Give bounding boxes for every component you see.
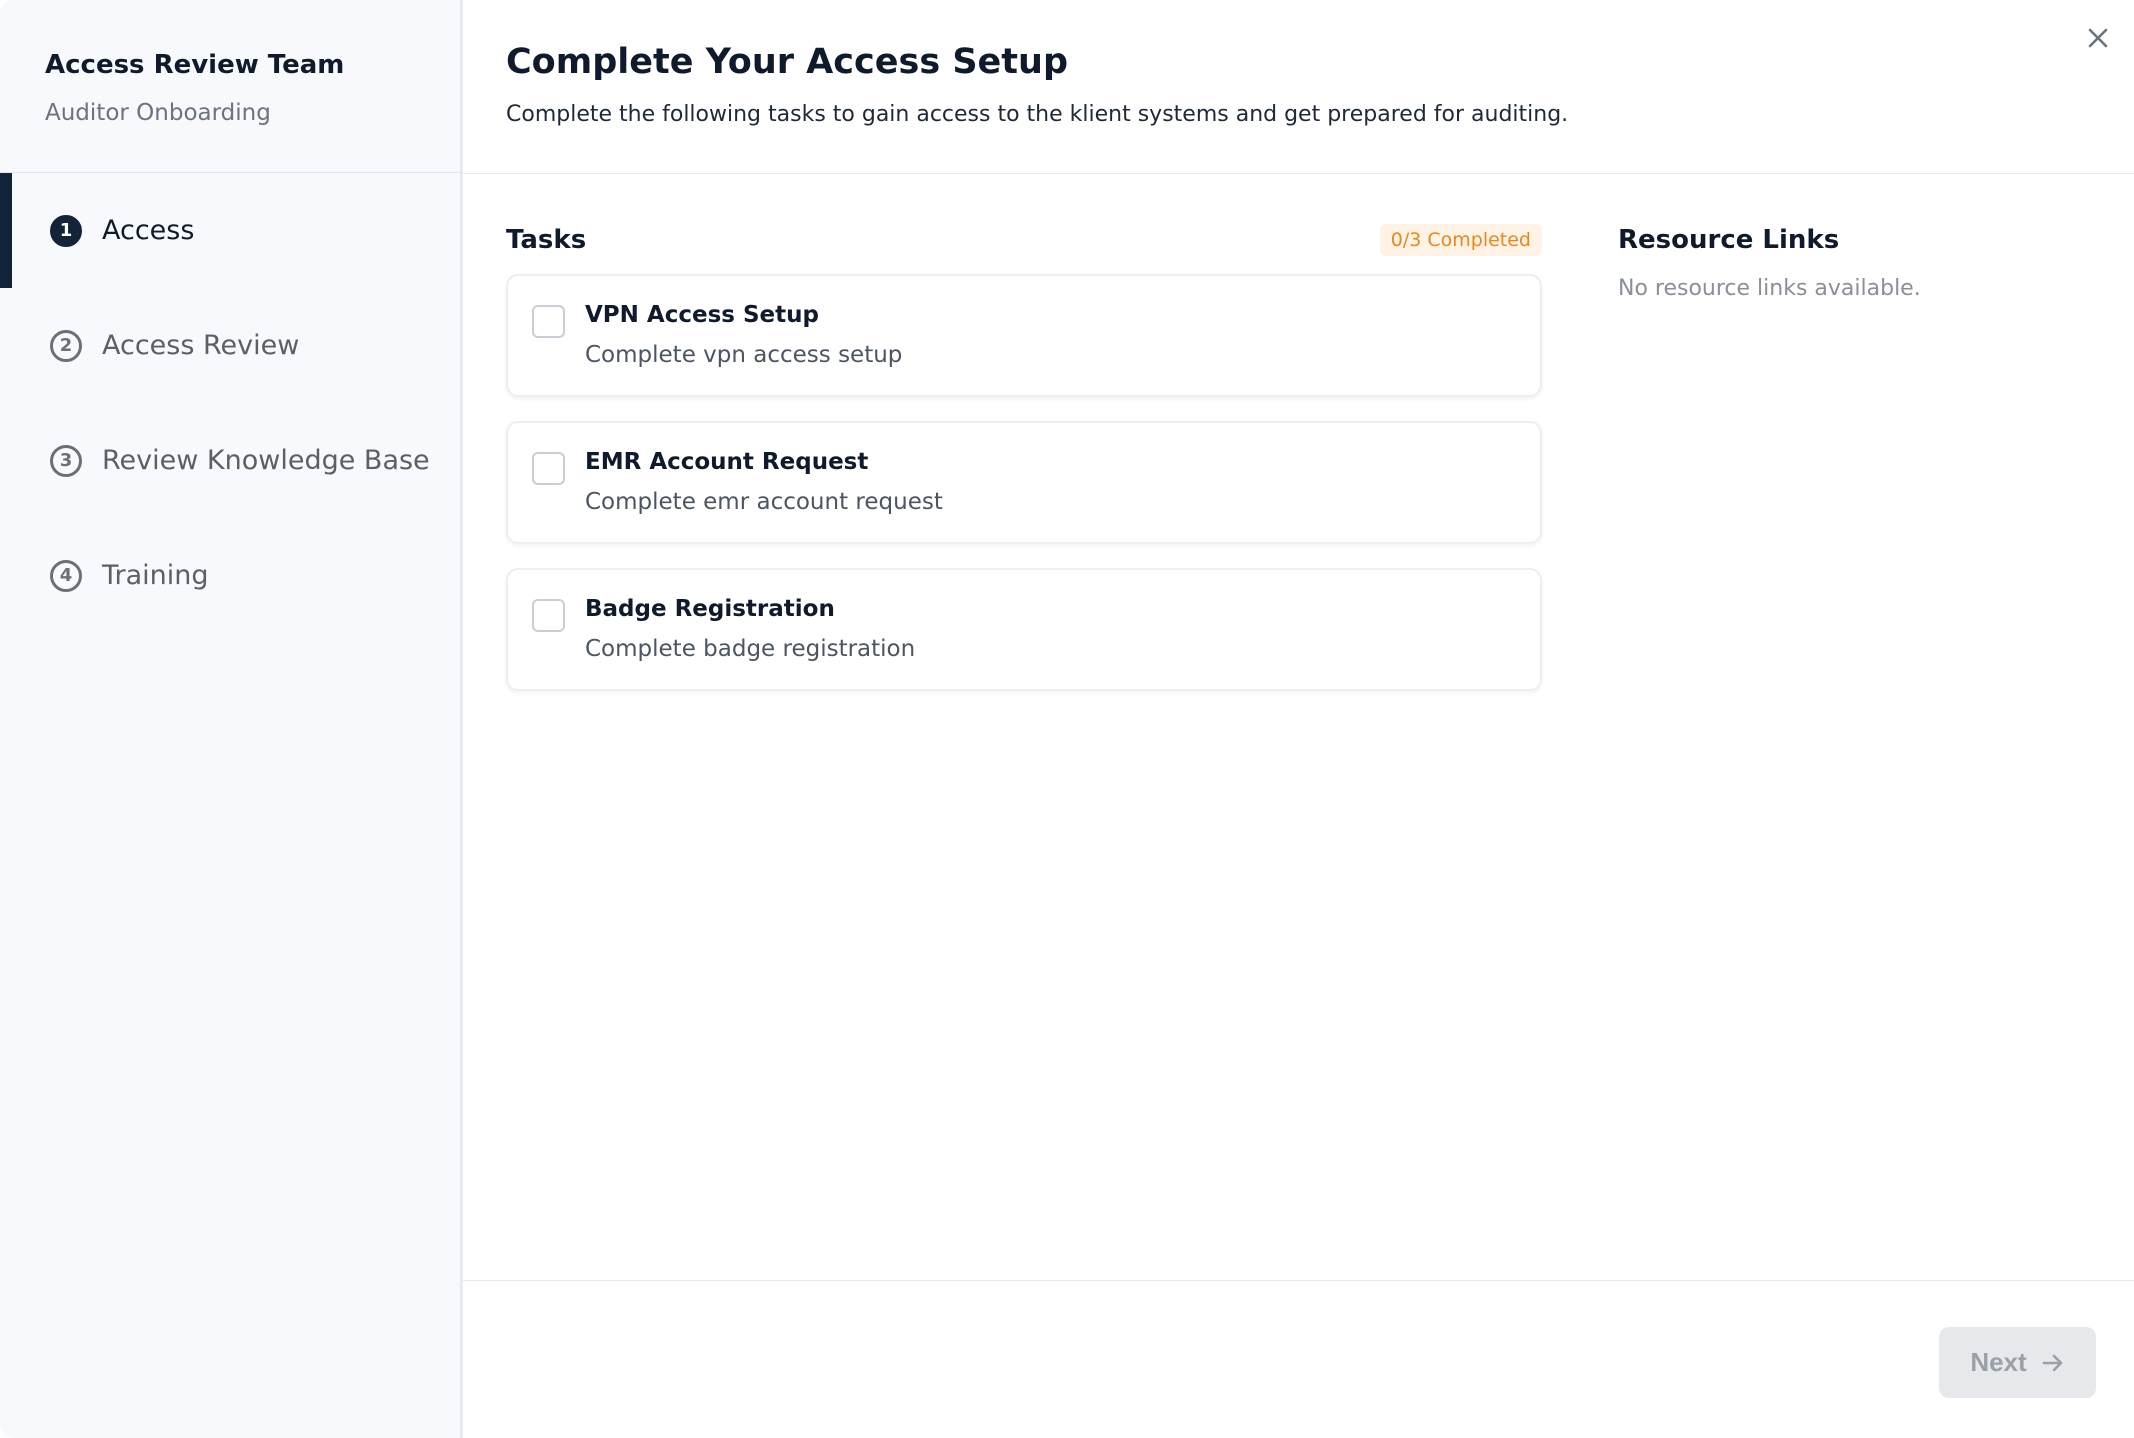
resource-links-header: Resource Links <box>1618 222 1921 258</box>
tasks-header: Tasks 0/3 Completed <box>506 222 1542 258</box>
next-button[interactable]: Next <box>1939 1327 2096 1398</box>
step-label: Review Knowledge Base <box>102 445 430 476</box>
content: Tasks 0/3 Completed VPN Access Setup Com… <box>463 174 2134 715</box>
step-number-icon: 4 <box>50 559 82 592</box>
step-access-review[interactable]: 2 Access Review <box>0 288 460 403</box>
task-checkbox[interactable] <box>532 305 565 338</box>
team-name: Access Review Team <box>45 50 345 80</box>
completion-badge: 0/3 Completed <box>1379 224 1542 256</box>
arrow-right-icon <box>2041 1351 2065 1375</box>
step-access[interactable]: 1 Access <box>0 173 460 288</box>
close-icon[interactable] <box>2076 16 2120 60</box>
task-description: Complete badge registration <box>585 636 916 662</box>
resource-links-section: Resource Links No resource links availab… <box>1618 222 1921 715</box>
tasks-section: Tasks 0/3 Completed VPN Access Setup Com… <box>506 222 1542 715</box>
task-checkbox[interactable] <box>532 599 565 632</box>
close-icon-glyph <box>2088 28 2108 48</box>
step-list: 1 Access 2 Access Review 3 Review Knowle… <box>0 173 460 633</box>
task-card: EMR Account Request Complete emr account… <box>506 421 1542 544</box>
sidebar: Access Review Team Auditor Onboarding 1 … <box>0 0 463 1438</box>
footer: Next <box>463 1280 2134 1438</box>
task-text: VPN Access Setup Complete vpn access set… <box>585 302 902 368</box>
onboarding-subtitle: Auditor Onboarding <box>45 100 271 126</box>
task-text: EMR Account Request Complete emr account… <box>585 449 943 515</box>
step-training[interactable]: 4 Training <box>0 518 460 633</box>
task-card: VPN Access Setup Complete vpn access set… <box>506 274 1542 397</box>
task-text: Badge Registration Complete badge regist… <box>585 596 915 662</box>
step-label: Access <box>102 215 195 246</box>
main-header: Complete Your Access Setup Complete the … <box>463 0 2134 174</box>
task-description: Complete emr account request <box>585 489 943 515</box>
task-title: VPN Access Setup <box>585 302 819 328</box>
task-card: Badge Registration Complete badge regist… <box>506 568 1542 691</box>
step-number-icon: 3 <box>50 444 82 477</box>
task-checkbox[interactable] <box>532 452 565 485</box>
task-title: EMR Account Request <box>585 449 869 475</box>
task-description: Complete vpn access setup <box>585 342 903 368</box>
resource-links-empty: No resource links available. <box>1618 276 1921 301</box>
page-title: Complete Your Access Setup <box>506 42 1068 82</box>
resource-links-title: Resource Links <box>1618 225 1840 255</box>
next-label: Next <box>1970 1347 2027 1377</box>
page-description: Complete the following tasks to gain acc… <box>506 102 1569 127</box>
step-review-knowledge-base[interactable]: 3 Review Knowledge Base <box>0 403 460 518</box>
step-number-icon: 1 <box>50 214 82 247</box>
main-panel: Complete Your Access Setup Complete the … <box>463 0 2134 1438</box>
step-label: Access Review <box>102 330 300 361</box>
sidebar-header: Access Review Team Auditor Onboarding <box>0 0 460 173</box>
task-title: Badge Registration <box>585 596 835 622</box>
onboarding-modal: Access Review Team Auditor Onboarding 1 … <box>0 0 2134 1438</box>
tasks-title: Tasks <box>506 225 587 255</box>
step-label: Training <box>102 560 209 591</box>
step-number-icon: 2 <box>50 329 82 362</box>
